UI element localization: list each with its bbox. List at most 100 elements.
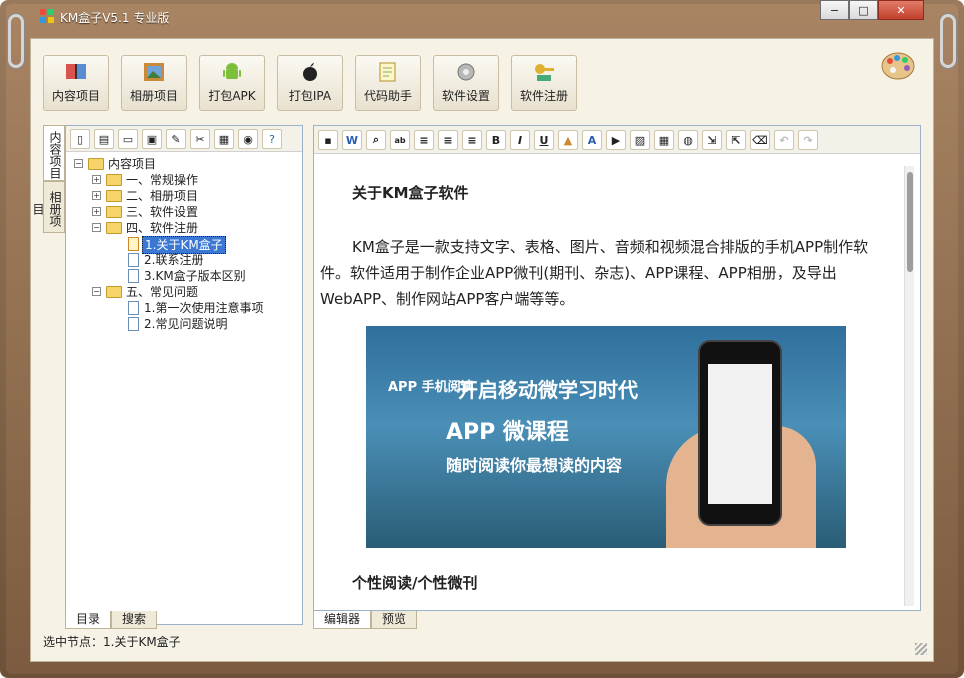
tree-node[interactable]: + 三、软件设置 <box>70 204 302 220</box>
preview-icon[interactable]: ◉ <box>238 129 258 149</box>
content-project-button[interactable]: 内容项目 <box>43 55 109 111</box>
table-icon[interactable]: ▦ <box>654 130 674 150</box>
tree-leaf[interactable]: 3.KM盒子版本区别 <box>70 268 302 284</box>
tree-panel: ▯ ▤ ▭ ▣ ✎ ✂ ▦ ◉ ? − 内容项目 + 一、常规操作 + 二、相册… <box>65 125 303 625</box>
maximize-button[interactable]: □ <box>849 0 878 20</box>
text-color-icon[interactable]: ▲ <box>558 130 578 150</box>
tree-leaf-label: 2.常见问题说明 <box>144 317 228 331</box>
tools-icon[interactable]: ✂ <box>190 129 210 149</box>
title-bar: KM盒子V5.1 专业版 − □ ✕ <box>0 0 964 30</box>
tree-leaf[interactable]: 2.常见问题说明 <box>70 316 302 332</box>
code-helper-label: 代码助手 <box>363 89 412 103</box>
export-icon[interactable]: ⇱ <box>726 130 746 150</box>
new-file-icon[interactable]: ▯ <box>70 129 90 149</box>
import-icon[interactable]: ▣ <box>142 129 162 149</box>
phone-image <box>698 340 782 526</box>
build-ipa-label: 打包IPA <box>288 89 332 103</box>
editor-content[interactable]: 关于KM盒子软件 KM盒子是一款支持文字、表格、图片、音频和视频混合排版的手机A… <box>320 160 900 606</box>
tree-node-label: 五、常见问题 <box>126 285 199 299</box>
tree-leaf[interactable]: 2.联系注册 <box>70 252 302 268</box>
help-icon[interactable]: ? <box>262 129 282 149</box>
build-apk-button[interactable]: 打包APK <box>199 55 265 111</box>
expand-icon[interactable]: + <box>92 191 101 200</box>
tab-album-project[interactable]: 相册项目 <box>31 181 65 233</box>
resize-grip[interactable] <box>915 643 927 655</box>
folder-icon <box>106 190 122 202</box>
ring-icon <box>8 14 24 68</box>
expand-icon[interactable]: + <box>92 207 101 216</box>
replace-icon[interactable]: ab <box>390 130 410 150</box>
link-icon[interactable]: ◍ <box>678 130 698 150</box>
code-helper-button[interactable]: 代码助手 <box>355 55 421 111</box>
new-folder-icon[interactable]: ▤ <box>94 129 114 149</box>
expand-icon[interactable]: + <box>92 175 101 184</box>
video-icon[interactable]: ▶ <box>606 130 626 150</box>
photo-icon <box>144 63 164 81</box>
vertical-scrollbar[interactable] <box>904 166 914 606</box>
close-button[interactable]: ✕ <box>878 0 924 20</box>
find-icon[interactable]: ⌕ <box>366 130 386 150</box>
folder-icon <box>88 158 104 170</box>
collapse-icon[interactable]: − <box>92 223 101 232</box>
minimize-button[interactable]: − <box>820 0 849 20</box>
banner-line1: 开启移动微学习时代 <box>458 378 638 402</box>
collapse-icon[interactable]: − <box>74 159 83 168</box>
tab-search[interactable]: 搜索 <box>111 611 158 629</box>
undo-icon[interactable]: ↶ <box>774 130 794 150</box>
bold-icon[interactable]: B <box>486 130 506 150</box>
palette-icon[interactable] <box>881 51 915 81</box>
qrcode-icon[interactable]: ▦ <box>214 129 234 149</box>
font-icon[interactable]: A <box>582 130 602 150</box>
tab-editor[interactable]: 编辑器 <box>313 611 372 629</box>
register-label: 软件注册 <box>519 89 568 103</box>
edit-icon[interactable]: ✎ <box>166 129 186 149</box>
folder-icon <box>106 222 122 234</box>
word-icon[interactable]: W <box>342 130 362 150</box>
banner-line3: 随时阅读你最想读的内容 <box>446 456 623 475</box>
notepad-icon <box>379 62 396 82</box>
document-icon <box>128 317 139 331</box>
window-title: KM盒子V5.1 专业版 <box>60 11 170 25</box>
underline-icon[interactable]: U <box>534 130 554 150</box>
collapse-icon[interactable]: − <box>92 287 101 296</box>
build-ipa-button[interactable]: 打包IPA <box>277 55 343 111</box>
tree-leaf-label: 1.第一次使用注意事项 <box>144 301 264 315</box>
article-subheading: 个性阅读/个性微刊 <box>352 574 478 592</box>
tab-preview[interactable]: 预览 <box>371 611 418 629</box>
folder-icon <box>106 286 122 298</box>
redo-icon[interactable]: ↷ <box>798 130 818 150</box>
open-folder-icon[interactable]: ▭ <box>118 129 138 149</box>
image-icon[interactable]: ▨ <box>630 130 650 150</box>
register-button[interactable]: 软件注册 <box>511 55 577 111</box>
main-panel: 内容项目 相册项目 打包APK 打包IPA 代码助手 软件设置 软件注册 内容项… <box>30 38 934 662</box>
align-right-icon[interactable]: ≡ <box>462 130 482 150</box>
italic-icon[interactable]: I <box>510 130 530 150</box>
tree-node[interactable]: + 二、相册项目 <box>70 188 302 204</box>
document-icon <box>128 301 139 315</box>
promo-banner-image: APP 手机阅读 开启移动微学习时代 APP 微课程 随时阅读你最想读的内容 <box>366 326 846 548</box>
tree-leaf[interactable]: 1.第一次使用注意事项 <box>70 300 302 316</box>
content-project-label: 内容项目 <box>51 89 100 103</box>
editor-toolbar: ▪ W ⌕ ab ≡ ≡ ≡ B I U ▲ A ▶ ▨ ▦ ◍ ⇲ ⇱ ⌫ ↶ <box>314 126 920 154</box>
tree-node[interactable]: − 四、软件注册 <box>70 220 302 236</box>
tree-node-label: 二、相册项目 <box>126 189 199 203</box>
tree-leaf-label: 3.KM盒子版本区别 <box>144 269 246 283</box>
article-heading: 关于KM盒子软件 <box>352 184 469 202</box>
settings-button[interactable]: 软件设置 <box>433 55 499 111</box>
android-icon <box>223 63 241 79</box>
align-left-icon[interactable]: ≡ <box>414 130 434 150</box>
tree-leaf-selected[interactable]: 1.关于KM盒子 <box>70 236 302 254</box>
album-project-button[interactable]: 相册项目 <box>121 55 187 111</box>
editor-panel: ▪ W ⌕ ab ≡ ≡ ≡ B I U ▲ A ▶ ▨ ▦ ◍ ⇲ ⇱ ⌫ ↶ <box>313 125 921 611</box>
align-center-icon[interactable]: ≡ <box>438 130 458 150</box>
tree-node[interactable]: + 一、常规操作 <box>70 172 302 188</box>
clear-format-icon[interactable]: ⌫ <box>750 130 770 150</box>
tab-content-project[interactable]: 内容项目 <box>43 125 65 181</box>
import-icon[interactable]: ⇲ <box>702 130 722 150</box>
tree-node[interactable]: − 五、常见问题 <box>70 284 302 300</box>
folder-icon <box>106 206 122 218</box>
tree-root[interactable]: − 内容项目 <box>70 156 302 172</box>
save-icon[interactable]: ▪ <box>318 130 338 150</box>
tab-catalog[interactable]: 目录 <box>65 611 112 629</box>
tree-node-label: 三、软件设置 <box>126 205 199 219</box>
